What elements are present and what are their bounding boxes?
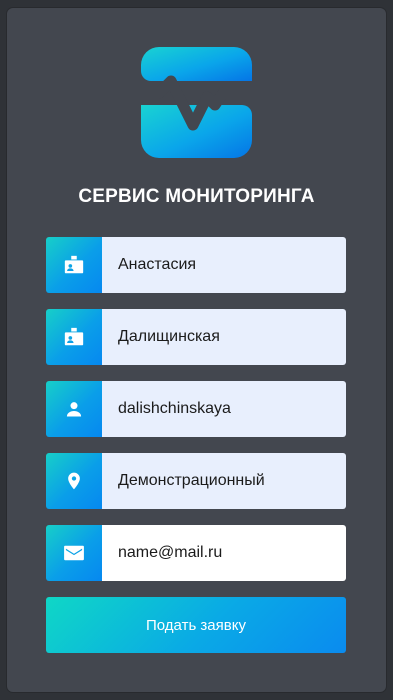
registration-card: СЕРВИС МОНИТОРИНГА Анастасия Далищинская…	[7, 8, 386, 692]
email-input[interactable]	[102, 525, 346, 581]
heartbeat-monitor-icon	[141, 47, 252, 158]
location-input[interactable]	[102, 453, 346, 509]
location-pin-icon	[68, 472, 80, 490]
username-icon-box	[46, 381, 102, 437]
first-name-input[interactable]	[102, 237, 346, 293]
location-icon-box	[46, 453, 102, 509]
user-icon	[66, 402, 82, 417]
email-field	[46, 525, 346, 581]
last-name-input[interactable]	[102, 309, 346, 365]
id-badge-icon	[64, 327, 84, 346]
email-icon-box	[46, 525, 102, 581]
location-field	[46, 453, 346, 509]
first-name-field	[46, 237, 346, 293]
last-name-field	[46, 309, 346, 365]
submit-button[interactable]: Подать заявку	[46, 597, 346, 653]
id-badge-icon	[64, 255, 84, 274]
last-name-icon-box	[46, 309, 102, 365]
page-title: СЕРВИС МОНИТОРИНГА	[78, 186, 315, 207]
first-name-icon-box	[46, 237, 102, 293]
username-field	[46, 381, 346, 437]
username-input[interactable]	[102, 381, 346, 437]
mail-icon	[64, 545, 84, 561]
